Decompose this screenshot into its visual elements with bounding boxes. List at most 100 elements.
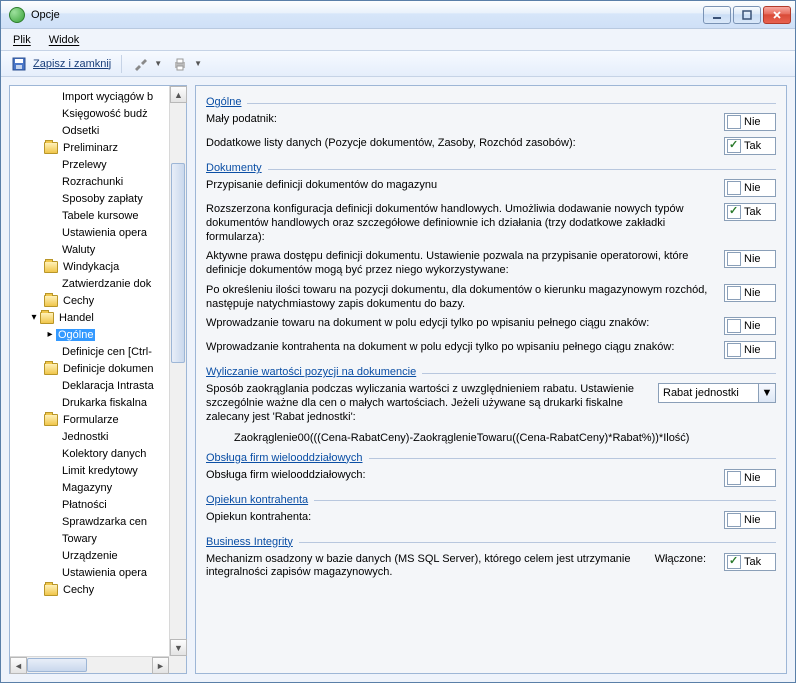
nav-tree: Import wyciągów b Księgowość budż Odsetki P… xyxy=(9,85,187,674)
tree-item[interactable]: Przelewy xyxy=(10,156,186,173)
save-close-button[interactable]: Zapisz i zamknij xyxy=(33,58,111,70)
tree-item-label: Tabele kursowe xyxy=(60,210,140,222)
tree-item[interactable]: Deklaracja Intrasta xyxy=(10,377,186,394)
scroll-left-button[interactable]: ◄ xyxy=(10,657,27,674)
tree-item-label: Formularze xyxy=(61,414,121,426)
tree-item[interactable]: Formularze xyxy=(10,411,186,428)
tree-item[interactable]: Magazyny xyxy=(10,479,186,496)
tree-item-label: Płatności xyxy=(60,499,109,511)
tree-item[interactable]: Cechy xyxy=(10,581,186,598)
section-obsluga[interactable]: Obsługa firm wielooddziałowych xyxy=(206,452,776,464)
scroll-down-button[interactable]: ▼ xyxy=(170,639,187,656)
section-opiekun[interactable]: Opiekun kontrahenta xyxy=(206,494,776,506)
tree-item[interactable]: Jednostki xyxy=(10,428,186,445)
tree-item[interactable]: Sposoby zapłaty xyxy=(10,190,186,207)
tree-item[interactable]: Ustawienia opera xyxy=(10,224,186,241)
tree-item[interactable]: Ustawienia opera xyxy=(10,564,186,581)
print-dropdown-arrow[interactable]: ▼ xyxy=(194,59,202,68)
tree-item[interactable]: Definicje dokumen xyxy=(10,360,186,377)
tree-item[interactable]: Waluty xyxy=(10,241,186,258)
tree-item-label: Towary xyxy=(60,533,99,545)
tree-expander-icon[interactable]: ▸ xyxy=(44,329,56,341)
tree-item[interactable]: Towary xyxy=(10,530,186,547)
tree-item[interactable]: Preliminarz xyxy=(10,139,186,156)
tree-item[interactable]: Tabele kursowe xyxy=(10,207,186,224)
tree-item-label: Import wyciągów b xyxy=(60,91,155,103)
close-button[interactable] xyxy=(763,6,791,24)
check-rozszerzona[interactable]: Tak xyxy=(724,203,776,221)
maximize-icon xyxy=(742,10,752,20)
tree-item[interactable]: Kolektory danych xyxy=(10,445,186,462)
check-prawa-dostepu[interactable]: Nie xyxy=(724,250,776,268)
toolbar-separator xyxy=(121,55,122,73)
menu-view[interactable]: Widok xyxy=(49,34,80,46)
check-bi[interactable]: Tak xyxy=(724,553,776,571)
tree-item[interactable]: Księgowość budż xyxy=(10,105,186,122)
tree-item-label: Kolektory danych xyxy=(60,448,148,460)
tools-icon[interactable] xyxy=(132,56,148,72)
tree-item[interactable]: Import wyciągów b xyxy=(10,88,186,105)
folder-icon xyxy=(44,363,58,375)
tree-item[interactable]: Zatwierdzanie dok xyxy=(10,275,186,292)
scroll-right-button[interactable]: ► xyxy=(152,657,169,674)
tree-item[interactable]: ▸Ogólne xyxy=(10,326,186,343)
tree-item-label: Rozrachunki xyxy=(60,176,125,188)
check-opiekun[interactable]: Nie xyxy=(724,511,776,529)
tree-item[interactable]: Rozrachunki xyxy=(10,173,186,190)
close-icon xyxy=(772,10,782,20)
tree-item[interactable]: Cechy xyxy=(10,292,186,309)
folder-icon xyxy=(44,261,58,273)
menu-file[interactable]: Plik xyxy=(13,34,31,46)
tools-dropdown-arrow[interactable]: ▼ xyxy=(154,59,162,68)
tree-item[interactable]: Płatności xyxy=(10,496,186,513)
tree-item-label: Sposoby zapłaty xyxy=(60,193,145,205)
tree-item-label: Przelewy xyxy=(60,159,109,171)
scroll-thumb-h[interactable] xyxy=(27,658,87,672)
tree-item[interactable]: Drukarka fiskalna xyxy=(10,394,186,411)
tree-vertical-scrollbar[interactable]: ▲ ▼ xyxy=(169,86,186,656)
tree-item-label: Sprawdzarka cen xyxy=(60,516,149,528)
tree-item[interactable]: Urządzenie xyxy=(10,547,186,564)
folder-icon xyxy=(44,142,58,154)
tree-expander-icon[interactable]: ▾ xyxy=(28,312,40,324)
tree-item-label: Magazyny xyxy=(60,482,114,494)
print-icon[interactable] xyxy=(172,56,188,72)
tree-item-label: Waluty xyxy=(60,244,97,256)
tree-item-label: Windykacja xyxy=(61,261,121,273)
tree-item-label: Definicje dokumen xyxy=(61,363,156,375)
tree-item[interactable]: Limit kredytowy xyxy=(10,462,186,479)
opt-dodatkowe-listy: Dodatkowe listy danych (Pozycje dokument… xyxy=(206,134,776,158)
maximize-button[interactable] xyxy=(733,6,761,24)
tree-item-label: Księgowość budż xyxy=(60,108,150,120)
minimize-button[interactable] xyxy=(703,6,731,24)
tree-item[interactable]: Sprawdzarka cen xyxy=(10,513,186,530)
check-wprowadzanie-towaru[interactable]: Nie xyxy=(724,317,776,335)
dropdown-rabat[interactable]: Rabat jednostki ▼ xyxy=(658,383,776,403)
tree-item-label: Ogólne xyxy=(56,329,95,341)
scroll-thumb-v[interactable] xyxy=(171,163,185,363)
scroll-up-button[interactable]: ▲ xyxy=(170,86,187,103)
check-przypisanie[interactable]: Nie xyxy=(724,179,776,197)
section-dokumenty[interactable]: Dokumenty xyxy=(206,162,776,174)
check-wielooddzialowe[interactable]: Nie xyxy=(724,469,776,487)
save-icon xyxy=(11,56,27,72)
tree-item[interactable]: Odsetki xyxy=(10,122,186,139)
tree-item-label: Ustawienia opera xyxy=(60,567,149,579)
tree-item[interactable]: Windykacja xyxy=(10,258,186,275)
folder-icon xyxy=(44,295,58,307)
check-wprowadzanie-kontrahenta[interactable]: Nie xyxy=(724,341,776,359)
check-dodatkowe-listy[interactable]: Tak xyxy=(724,137,776,155)
window-controls xyxy=(703,6,791,24)
scrollbar-corner xyxy=(169,656,186,673)
check-maly-podatnik[interactable]: Nie xyxy=(724,113,776,131)
check-zapis-bazy[interactable]: Nie xyxy=(724,284,776,302)
section-wyliczanie[interactable]: Wyliczanie wartości pozycji na dokumenci… xyxy=(206,366,776,378)
tree-item-label: Preliminarz xyxy=(61,142,120,154)
section-ogolne[interactable]: Ogólne xyxy=(206,96,776,108)
tree-horizontal-scrollbar[interactable]: ◄ ► xyxy=(10,656,169,673)
section-bi[interactable]: Business Integrity xyxy=(206,536,776,548)
chevron-down-icon: ▼ xyxy=(758,384,775,402)
tree-item[interactable]: Definicje cen [Ctrl- xyxy=(10,343,186,360)
tree-item[interactable]: ▾Handel xyxy=(10,309,186,326)
menubar: Plik Widok xyxy=(1,29,795,51)
